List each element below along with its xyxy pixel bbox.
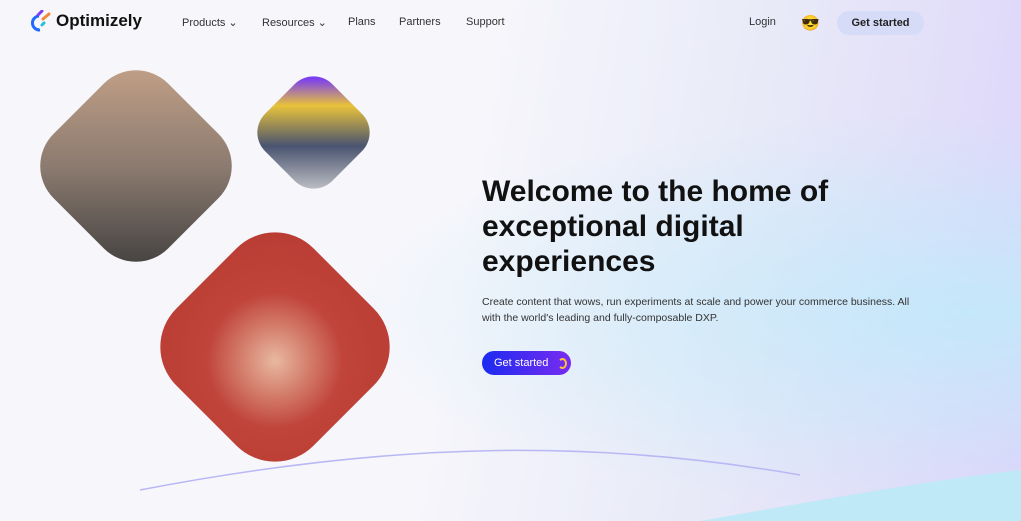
cta-label: Get started (494, 357, 549, 369)
hero-title: Welcome to the home of exceptional digit… (482, 175, 829, 278)
chevron-down-icon: ⌄ (228, 17, 238, 29)
nav-label: Products (182, 16, 226, 29)
nav-label: Partners (399, 16, 441, 28)
brand-name: Optimizely (56, 11, 142, 30)
header: Optimizely Products ⌄ Resources ⌄ Plans Pa… (0, 0, 1021, 45)
nav-label: Resources (262, 16, 315, 29)
logo[interactable]: Optimizely (30, 10, 142, 32)
decorative-wave (139, 449, 1021, 521)
nav-partners[interactable]: Partners (399, 16, 441, 28)
nav-products[interactable]: Products ⌄ (182, 16, 238, 30)
hero-subtitle: Create content that wows, run experiment… (482, 296, 910, 324)
get-started-button[interactable]: Get started (482, 351, 571, 375)
chevron-down-icon: ⌄ (317, 17, 327, 29)
nav-label: Support (466, 16, 505, 28)
nav-support[interactable]: Support (466, 16, 505, 28)
nav-resources[interactable]: Resources ⌄ (262, 16, 327, 30)
sunglasses-face-icon[interactable]: 😎 (801, 14, 820, 32)
login-link[interactable]: Login (749, 16, 776, 28)
nav-label: Plans (348, 16, 376, 28)
loading-arc-icon (558, 357, 568, 369)
nav-plans[interactable]: Plans (348, 16, 376, 28)
get-started-header-button[interactable]: Get started (837, 11, 924, 35)
optimizely-logo-icon (31, 10, 51, 32)
login-label: Login (749, 16, 776, 28)
